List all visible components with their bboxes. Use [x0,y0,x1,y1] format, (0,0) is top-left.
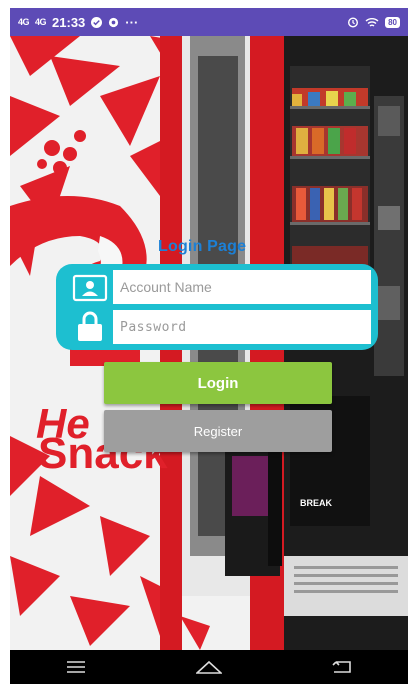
nav-menu-button[interactable] [56,653,96,681]
vending-panel-text: BREAK [300,498,333,508]
signal-4g-2: 4G [35,16,47,27]
status-right: 80 [347,16,400,28]
nav-home-button[interactable] [189,653,229,681]
account-name-input[interactable]: Account Name [113,270,371,304]
login-page-title: Login Page [158,238,247,255]
clock: 21:33 [52,14,86,30]
phone-screen: 4G 4G 21:33 ··· 80 BREAK He Snack Login … [0,0,418,684]
register-button[interactable]: Register [104,410,332,452]
password-input[interactable]: Password [113,310,371,344]
alarm-icon [348,17,359,28]
status-left: 4G 4G 21:33 ··· [18,15,138,30]
battery-icon: 80 [385,16,400,28]
navigation-bar [10,650,408,684]
gear-icon [109,17,119,27]
lock-icon [78,311,102,341]
menu-icon [67,661,86,673]
back-icon [332,661,351,673]
signal-4g-1: 4G [18,16,30,27]
home-icon [195,660,222,674]
account-name-placeholder: Account Name [120,279,212,295]
more-notifications: ··· [125,14,139,30]
nav-back-button[interactable] [322,653,362,681]
password-placeholder: Password [120,319,187,335]
wifi-icon [365,17,379,27]
login-button[interactable]: Login [104,362,332,404]
status-bar: 4G 4G 21:33 ··· 80 [10,8,408,36]
check-circle-icon [91,16,103,28]
person-card-icon [72,274,108,302]
